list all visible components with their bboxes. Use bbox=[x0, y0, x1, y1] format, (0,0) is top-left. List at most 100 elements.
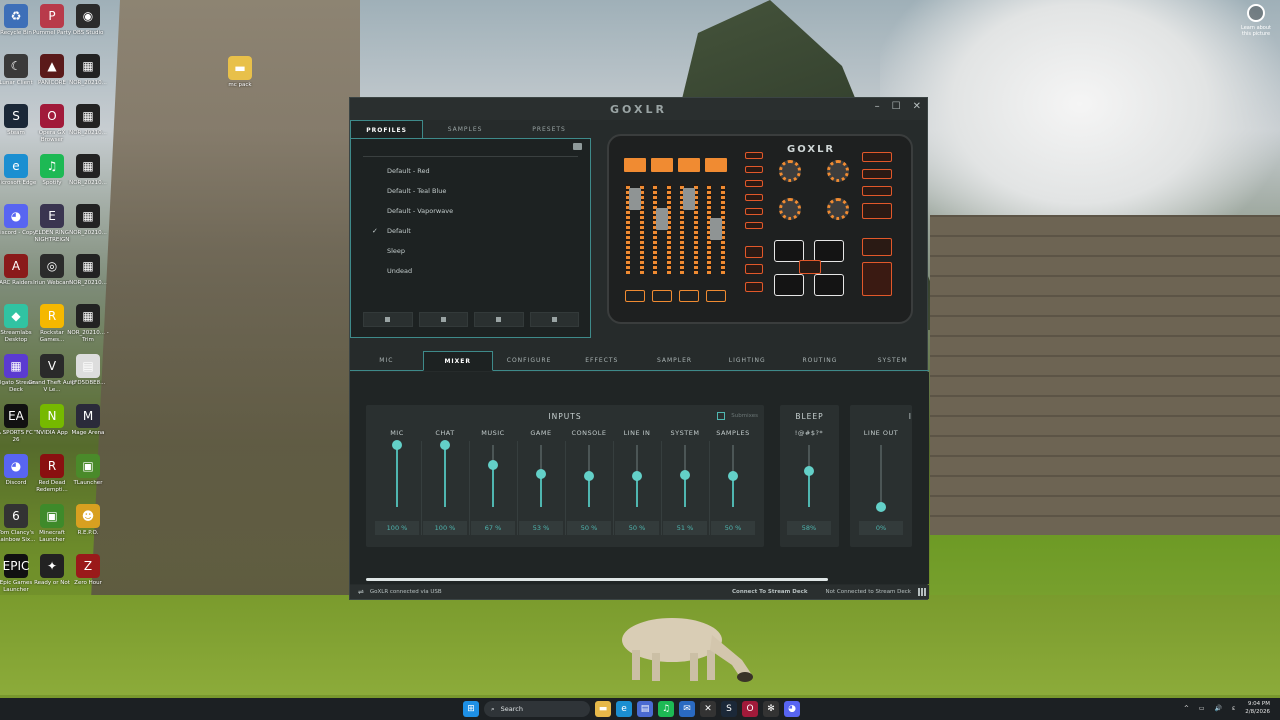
desktop-icon[interactable]: ▦ NOR_20210... bbox=[64, 154, 112, 204]
volume-slider-thumb[interactable] bbox=[488, 460, 498, 471]
desktop-icon[interactable]: M Mage Arena bbox=[64, 404, 112, 454]
tray-overflow-icon[interactable]: ^ bbox=[1184, 705, 1189, 712]
profile-item[interactable]: Default - Teal Blue bbox=[351, 181, 590, 201]
desktop-icon[interactable]: ▦ NOR_20210... bbox=[64, 104, 112, 154]
volume-track[interactable] bbox=[880, 445, 882, 507]
device-button[interactable] bbox=[745, 208, 763, 215]
device-fader[interactable] bbox=[678, 158, 700, 308]
device-button[interactable] bbox=[745, 246, 763, 258]
volume-slider-thumb[interactable] bbox=[536, 469, 546, 480]
device-button[interactable] bbox=[745, 152, 763, 159]
gender-dial[interactable] bbox=[827, 198, 849, 220]
effect-preset-button[interactable] bbox=[862, 152, 892, 162]
learn-about-picture[interactable]: Learn about this picture bbox=[1236, 4, 1276, 37]
tab-mic[interactable]: MIC bbox=[350, 351, 423, 370]
profile-item[interactable]: Undead bbox=[351, 261, 590, 281]
volume-slider-thumb[interactable] bbox=[804, 466, 814, 477]
device-button[interactable] bbox=[745, 282, 763, 292]
volume-slider-thumb[interactable] bbox=[632, 471, 642, 481]
open-folder-icon[interactable] bbox=[573, 143, 582, 150]
tab-configure[interactable]: CONFIGURE bbox=[493, 351, 566, 370]
sampler-pad[interactable] bbox=[774, 240, 804, 262]
desktop-icon[interactable]: ▦ NOR_20210... - Trim bbox=[64, 304, 112, 354]
device-button[interactable] bbox=[745, 166, 763, 173]
volume-slider-thumb[interactable] bbox=[392, 440, 402, 450]
device-button[interactable] bbox=[745, 194, 763, 201]
device-button[interactable] bbox=[745, 180, 763, 187]
effect-preset-button[interactable] bbox=[862, 186, 892, 196]
tab-samples[interactable]: SAMPLES bbox=[423, 120, 507, 138]
new-profile-button[interactable] bbox=[418, 312, 468, 327]
tab-sampler[interactable]: SAMPLER bbox=[638, 351, 711, 370]
tab-effects[interactable]: EFFECTS bbox=[565, 351, 638, 370]
steam-icon[interactable]: S bbox=[721, 701, 737, 717]
opera-gx-icon[interactable]: O bbox=[742, 701, 758, 717]
edge-icon[interactable]: e bbox=[616, 701, 632, 717]
title-bar[interactable]: GOXLR – ☐ ✕ bbox=[350, 98, 927, 120]
sampler-pad[interactable] bbox=[814, 240, 844, 262]
sampler-clear-button[interactable] bbox=[799, 260, 821, 274]
device-button[interactable] bbox=[745, 264, 763, 274]
mail-icon[interactable]: ✉ bbox=[679, 701, 695, 717]
tab-profiles[interactable]: PROFILES bbox=[350, 120, 424, 138]
input-method-icon[interactable]: ɛ bbox=[1232, 705, 1235, 712]
tab-lighting[interactable]: LIGHTING bbox=[711, 351, 784, 370]
tab-presets[interactable]: PRESETS bbox=[507, 120, 591, 138]
submixes-toggle[interactable]: Submixes bbox=[717, 412, 758, 420]
effect-preset-button[interactable] bbox=[862, 169, 892, 179]
discord-icon[interactable]: ◕ bbox=[784, 701, 800, 717]
profile-item[interactable]: Sleep bbox=[351, 241, 590, 261]
minimize-button[interactable]: – bbox=[875, 101, 880, 112]
tab-system[interactable]: SYSTEM bbox=[856, 351, 929, 370]
device-fader[interactable] bbox=[651, 158, 673, 308]
volume-slider-thumb[interactable] bbox=[440, 440, 450, 450]
volume-slider-thumb[interactable] bbox=[680, 470, 690, 481]
desktop-icon[interactable]: ◉ OBS Studio bbox=[64, 4, 112, 54]
mic-mute-button[interactable] bbox=[862, 262, 892, 296]
volume-slider-thumb[interactable] bbox=[728, 471, 738, 481]
fader-mute-button[interactable] bbox=[706, 290, 726, 302]
sampler-pad[interactable] bbox=[814, 274, 844, 296]
desktop-icon[interactable]: Z Zero Hour bbox=[64, 554, 112, 604]
file-explorer-icon[interactable]: ▬ bbox=[595, 701, 611, 717]
desktop-icon[interactable]: ▦ NOR_20210... bbox=[64, 204, 112, 254]
start-icon[interactable]: ⊞ bbox=[463, 701, 479, 717]
close-button[interactable]: ✕ bbox=[913, 101, 921, 112]
fader-mute-button[interactable] bbox=[679, 290, 699, 302]
fader-mute-button[interactable] bbox=[652, 290, 672, 302]
volume-slider-thumb[interactable] bbox=[584, 471, 594, 481]
volume-icon[interactable]: 🔊 bbox=[1215, 705, 1222, 712]
tab-routing[interactable]: ROUTING bbox=[784, 351, 857, 370]
search-box[interactable]: ⌕ Search bbox=[484, 701, 590, 717]
desktop-icon[interactable]: ▤ {FD5DBE8... bbox=[64, 354, 112, 404]
save-profile-button[interactable] bbox=[363, 312, 413, 327]
fader-mute-button[interactable] bbox=[625, 290, 645, 302]
device-fader[interactable] bbox=[705, 158, 727, 308]
maximize-button[interactable]: ☐ bbox=[892, 101, 901, 112]
profile-item[interactable]: ✓ Default bbox=[351, 221, 590, 241]
horizontal-scrollbar[interactable] bbox=[366, 578, 828, 581]
pitch-dial[interactable] bbox=[827, 160, 849, 182]
battery-icon[interactable]: ▭ bbox=[1199, 705, 1205, 712]
submixes-checkbox[interactable] bbox=[717, 412, 726, 420]
fader-knob[interactable] bbox=[629, 188, 641, 210]
delete-profile-button[interactable] bbox=[529, 312, 579, 327]
fader-knob[interactable] bbox=[710, 218, 722, 240]
duplicate-profile-button[interactable] bbox=[474, 312, 524, 327]
resize-grip-icon[interactable] bbox=[918, 588, 926, 596]
fader-knob[interactable] bbox=[683, 188, 695, 210]
desktop-icon[interactable]: ▦ NOR_20210... bbox=[64, 54, 112, 104]
xbox-icon[interactable]: ✕ bbox=[700, 701, 716, 717]
store-icon[interactable]: ▤ bbox=[637, 701, 653, 717]
tab-mixer[interactable]: MIXER bbox=[422, 351, 493, 371]
desktop-icon[interactable]: ☻ R.E.P.O. bbox=[64, 504, 112, 554]
spotify-icon[interactable]: ♫ bbox=[658, 701, 674, 717]
device-button[interactable] bbox=[745, 222, 763, 229]
sampler-pad[interactable] bbox=[774, 274, 804, 296]
desktop-icon[interactable]: ▣ TLauncher bbox=[64, 454, 112, 504]
device-fader[interactable] bbox=[624, 158, 646, 308]
volume-slider-thumb[interactable] bbox=[876, 502, 886, 512]
goxlr-taskbar-icon[interactable]: ✻ bbox=[763, 701, 779, 717]
fader-knob[interactable] bbox=[656, 208, 668, 230]
echo-dial[interactable] bbox=[779, 198, 801, 220]
